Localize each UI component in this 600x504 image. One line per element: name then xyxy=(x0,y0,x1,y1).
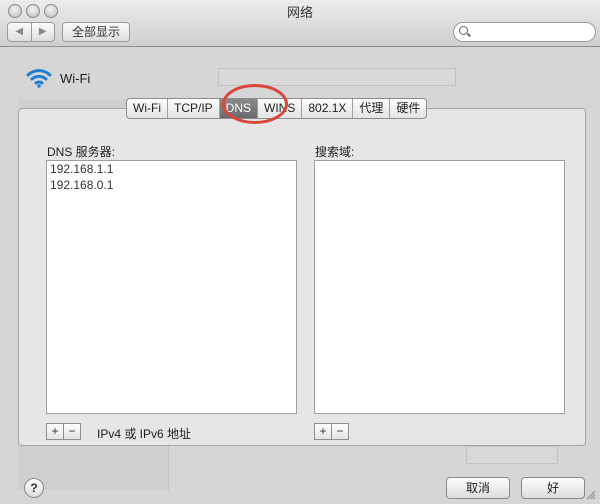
add-dns-server-button[interactable]: + xyxy=(47,424,63,439)
dns-servers-add-remove: + − xyxy=(46,423,81,440)
ok-button[interactable]: 好 xyxy=(521,477,585,499)
tab-8021x[interactable]: 802.1X xyxy=(302,99,354,118)
back-forward-group: ◀ ▶ xyxy=(7,22,55,42)
search-icon xyxy=(459,26,468,35)
list-item[interactable]: 192.168.0.1 xyxy=(47,177,296,193)
search-domains-list[interactable] xyxy=(314,160,565,414)
title-bar: 网络 ◀ ▶ 全部显示 xyxy=(0,0,600,47)
cancel-button[interactable]: 取消 xyxy=(446,477,510,499)
dns-servers-label: DNS 服务器: xyxy=(47,145,116,159)
search-field[interactable] xyxy=(453,22,596,42)
tab-hardware[interactable]: 硬件 xyxy=(390,99,426,118)
remove-search-domain-button[interactable]: − xyxy=(331,424,348,439)
tab-proxies[interactable]: 代理 xyxy=(353,99,391,118)
show-all-button[interactable]: 全部显示 xyxy=(62,22,130,42)
tab-tcpip[interactable]: TCP/IP xyxy=(168,99,220,118)
resize-grip-icon[interactable] xyxy=(586,490,596,500)
search-domains-add-remove: + − xyxy=(314,423,349,440)
list-item[interactable]: 192.168.1.1 xyxy=(47,161,296,177)
forward-button[interactable]: ▶ xyxy=(30,23,55,41)
service-header: Wi-Fi xyxy=(26,68,90,88)
dns-address-hint: IPv4 或 IPv6 地址 xyxy=(97,427,192,441)
help-button[interactable]: ? xyxy=(24,478,44,498)
dns-tab-highlight-ring xyxy=(222,84,288,124)
window-title: 网络 xyxy=(286,5,313,20)
remove-dns-server-button[interactable]: − xyxy=(63,424,80,439)
dns-servers-list[interactable]: 192.168.1.1 192.168.0.1 xyxy=(46,160,297,414)
wifi-icon xyxy=(26,69,52,88)
add-search-domain-button[interactable]: + xyxy=(315,424,331,439)
search-domains-label: 搜索域: xyxy=(315,145,355,159)
tab-wifi[interactable]: Wi-Fi xyxy=(127,99,168,118)
back-button[interactable]: ◀ xyxy=(8,23,31,41)
background-button xyxy=(466,446,558,464)
service-name: Wi-Fi xyxy=(60,70,91,86)
